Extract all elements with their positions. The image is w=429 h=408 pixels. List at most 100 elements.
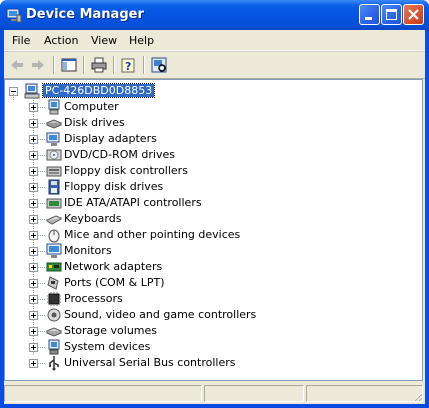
keyboard-icon	[46, 215, 62, 225]
computer-root-icon	[24, 83, 40, 99]
menu-file[interactable]: File	[12, 34, 30, 47]
floppy-controller-icon	[46, 166, 62, 177]
tree-item-label: Processors	[64, 292, 123, 305]
menu-help[interactable]: Help	[129, 34, 154, 47]
usb-icon	[49, 356, 59, 371]
tree-item-label: IDE ATA/ATAPI controllers	[64, 196, 202, 209]
close-icon	[408, 9, 419, 20]
tree-category-item[interactable]: Computer	[5, 99, 305, 115]
scan-hardware-icon[interactable]	[150, 56, 168, 74]
forward-arrow-icon[interactable]	[29, 56, 47, 74]
expand-toggle[interactable]	[29, 135, 38, 144]
sound-icon	[47, 308, 61, 322]
tree-root[interactable]: PC-426DBD0D8853	[5, 83, 205, 99]
tree-item-label: Disk drives	[64, 116, 125, 129]
expand-toggle[interactable]	[29, 199, 38, 208]
expand-toggle[interactable]	[29, 167, 38, 176]
minimize-icon	[365, 17, 372, 20]
tree-category-item[interactable]: Mice and other pointing devices	[5, 227, 305, 243]
menu-bar: File Action View Help	[4, 30, 425, 51]
toolbar-separator	[53, 56, 55, 74]
close-button[interactable]	[403, 4, 424, 25]
floppy-drive-icon	[48, 179, 60, 195]
device-manager-window: Device Manager File Action View Help ? P…	[0, 0, 429, 408]
properties-help-icon[interactable]: ?	[120, 56, 138, 74]
tree-category-item[interactable]: Monitors	[5, 243, 305, 259]
maximize-button[interactable]	[381, 4, 402, 25]
tree-item-label: Network adapters	[64, 260, 163, 273]
tree-item-label: Mice and other pointing devices	[64, 228, 241, 241]
root-computer-name[interactable]: PC-426DBD0D8853	[41, 83, 156, 98]
tree-category-item[interactable]: Network adapters	[5, 259, 305, 275]
expand-toggle[interactable]	[29, 327, 38, 336]
tree-item-label: System devices	[64, 340, 151, 353]
tree-category-item[interactable]: Processors	[5, 291, 305, 307]
tree-category-item[interactable]: Floppy disk drives	[5, 179, 305, 195]
svg-text:?: ?	[125, 60, 131, 73]
tree-item-label: Storage volumes	[64, 324, 158, 337]
tree-item-label: DVD/CD-ROM drives	[64, 148, 175, 161]
tree-category-item[interactable]: IDE ATA/ATAPI controllers	[5, 195, 305, 211]
tree-category-item[interactable]: DVD/CD-ROM drives	[5, 147, 305, 163]
display-adapter-icon	[46, 132, 60, 146]
tree-item-label: Ports (COM & LPT)	[64, 276, 165, 289]
expand-toggle[interactable]	[29, 279, 38, 288]
toolbar-separator	[83, 56, 85, 74]
expand-toggle[interactable]	[29, 343, 38, 352]
expand-toggle[interactable]	[29, 295, 38, 304]
port-icon	[47, 276, 59, 290]
computer-icon	[48, 99, 60, 115]
expand-toggle[interactable]	[29, 151, 38, 160]
expand-toggle[interactable]	[29, 359, 38, 368]
mouse-icon	[48, 229, 60, 243]
tree-category-item[interactable]: Universal Serial Bus controllers	[5, 355, 305, 371]
window-body: File Action View Help ? PC-426DBD0D8853 …	[4, 30, 425, 404]
window-title: Device Manager	[26, 7, 144, 22]
disk-drive-icon	[46, 119, 62, 129]
expand-toggle[interactable]	[29, 183, 38, 192]
back-arrow-icon[interactable]	[8, 56, 26, 74]
tree-category-item[interactable]: Sound, video and game controllers	[5, 307, 305, 323]
tree-category-item[interactable]: Floppy disk controllers	[5, 163, 305, 179]
tree-category-item[interactable]: Keyboards	[5, 211, 305, 227]
status-panel-1	[4, 385, 202, 402]
menu-action[interactable]: Action	[44, 34, 78, 47]
tree-item-label: Computer	[64, 100, 119, 113]
show-hide-tree-icon[interactable]	[60, 56, 78, 74]
tree-item-label: Sound, video and game controllers	[64, 308, 257, 321]
ide-controller-icon	[46, 198, 62, 209]
tree-category-item[interactable]: Ports (COM & LPT)	[5, 275, 305, 291]
maximize-icon	[386, 9, 397, 20]
toolbar-separator	[113, 56, 115, 74]
resize-grip-icon[interactable]	[411, 390, 423, 402]
tree-item-label: Display adapters	[64, 132, 157, 145]
minimize-button[interactable]	[359, 4, 380, 25]
system-device-icon	[48, 339, 60, 355]
tree-category-item[interactable]: Storage volumes	[5, 323, 305, 339]
expand-toggle[interactable]	[29, 311, 38, 320]
toolbar: ?	[4, 51, 425, 79]
processor-icon	[47, 292, 61, 306]
device-manager-icon	[6, 8, 22, 23]
tree-category-item[interactable]: System devices	[5, 339, 305, 355]
toolbar-separator	[143, 56, 145, 74]
expand-toggle[interactable]	[29, 103, 38, 112]
monitor-icon	[46, 243, 62, 258]
tree-item-label: Keyboards	[64, 212, 122, 225]
expand-toggle[interactable]	[29, 247, 38, 256]
tree-item-label: Floppy disk controllers	[64, 164, 188, 177]
status-bar	[4, 382, 425, 404]
title-bar[interactable]: Device Manager	[0, 0, 429, 30]
device-tree[interactable]: PC-426DBD0D8853 Computer Disk drives Displ…	[4, 79, 423, 381]
tree-item-label: Monitors	[64, 244, 112, 257]
tree-category-item[interactable]: Display adapters	[5, 131, 305, 147]
menu-view[interactable]: View	[91, 34, 117, 47]
expand-toggle[interactable]	[29, 231, 38, 240]
expand-toggle[interactable]	[29, 119, 38, 128]
print-icon[interactable]	[90, 56, 108, 74]
status-panel-3	[306, 385, 423, 402]
tree-category-item[interactable]: Disk drives	[5, 115, 305, 131]
expand-toggle[interactable]	[29, 215, 38, 224]
expand-toggle[interactable]	[29, 263, 38, 272]
network-adapter-icon	[46, 262, 62, 272]
